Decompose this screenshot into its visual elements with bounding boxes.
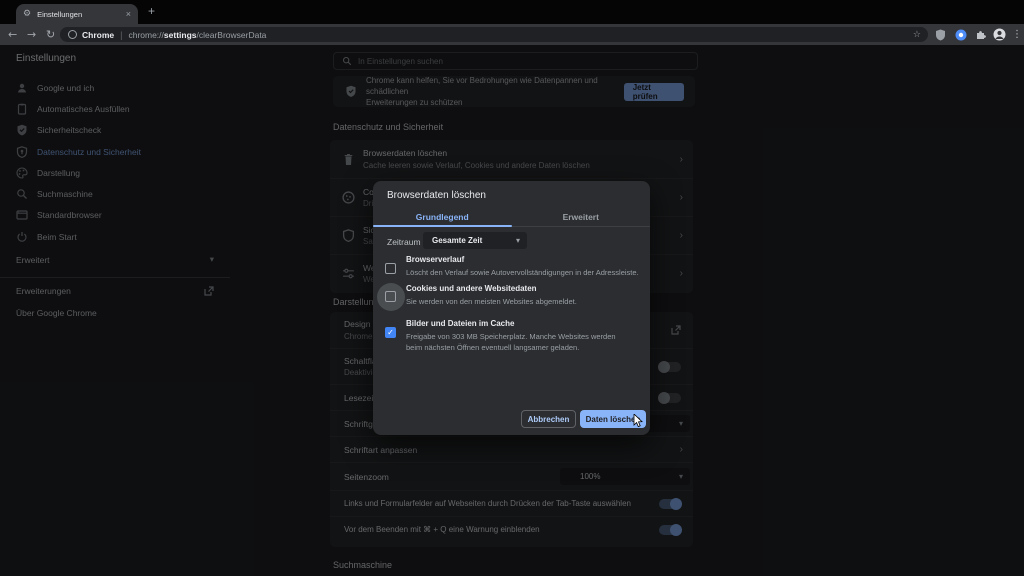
checkbox-cached-images[interactable]: ✓ (385, 327, 396, 338)
tab-einstellungen[interactable]: ⚙ Einstellungen × (16, 4, 138, 24)
checkmark-icon: ✓ (387, 328, 394, 337)
item-title: Cookies und andere Websitedaten (406, 284, 537, 293)
tab-close-icon[interactable]: × (126, 9, 131, 19)
chip-separator: | (120, 30, 122, 40)
item-desc: Freigabe von 303 MB Speicherplatz. Manch… (406, 331, 620, 353)
url-scheme: chrome:// (128, 30, 163, 40)
time-range-label: Zeitraum (387, 237, 421, 247)
menu-icon[interactable]: ⋮ (1012, 24, 1022, 45)
url-text: chrome://settings/clearBrowserData (128, 30, 266, 40)
checkbox-browsing-history[interactable] (385, 263, 396, 274)
extensions-puzzle-icon[interactable] (976, 24, 987, 45)
back-icon[interactable]: ← (8, 24, 17, 45)
bookmark-star-icon[interactable]: ☆ (913, 30, 921, 40)
tab-grundlegend[interactable]: Grundlegend (373, 208, 512, 226)
profile-avatar[interactable] (993, 24, 1006, 45)
extension-shield-icon[interactable] (935, 24, 946, 45)
settings-gear-icon: ⚙ (23, 9, 31, 19)
item-title: Browserverlauf (406, 255, 464, 264)
item-title: Bilder und Dateien im Cache (406, 319, 514, 328)
time-range-select[interactable]: Gesamte Zeit ▾ (423, 232, 527, 249)
url-path: /clearBrowserData (197, 30, 267, 40)
chrome-chip-icon (68, 30, 77, 39)
clear-browsing-data-dialog: Browserdaten löschen Grundlegend Erweite… (373, 181, 650, 435)
site-chip-label: Chrome (82, 30, 114, 40)
tab-erweitert[interactable]: Erweitert (512, 208, 651, 226)
url-host: settings (164, 30, 197, 40)
browser-window: ⚙ Einstellungen × + ← → ↻ Chrome | chrom… (0, 0, 1024, 576)
checkbox-cookies[interactable] (385, 291, 396, 302)
dialog-title: Browserdaten löschen (387, 190, 486, 201)
mouse-cursor (633, 414, 645, 428)
item-desc: Löscht den Verlauf sowie Autovervollstän… (406, 267, 639, 278)
forward-icon[interactable]: → (27, 24, 36, 45)
active-tab-underline (373, 225, 512, 227)
dialog-tabs: Grundlegend Erweitert (373, 208, 650, 226)
tab-title: Einstellungen (37, 10, 122, 19)
new-tab-button[interactable]: + (148, 4, 155, 18)
toolbar: ← → ↻ Chrome | chrome://settings/clearBr… (0, 24, 1024, 45)
extension-blue-icon[interactable] (955, 24, 967, 45)
reload-icon[interactable]: ↻ (46, 24, 55, 45)
tab-strip: ⚙ Einstellungen × + (0, 0, 1024, 24)
dropdown-arrow-icon: ▾ (516, 236, 520, 245)
cancel-button[interactable]: Abbrechen (521, 410, 576, 428)
item-desc: Sie werden von den meisten Websites abge… (406, 296, 577, 307)
address-bar[interactable]: Chrome | chrome://settings/clearBrowserD… (60, 27, 928, 42)
time-range-value: Gesamte Zeit (432, 236, 482, 245)
